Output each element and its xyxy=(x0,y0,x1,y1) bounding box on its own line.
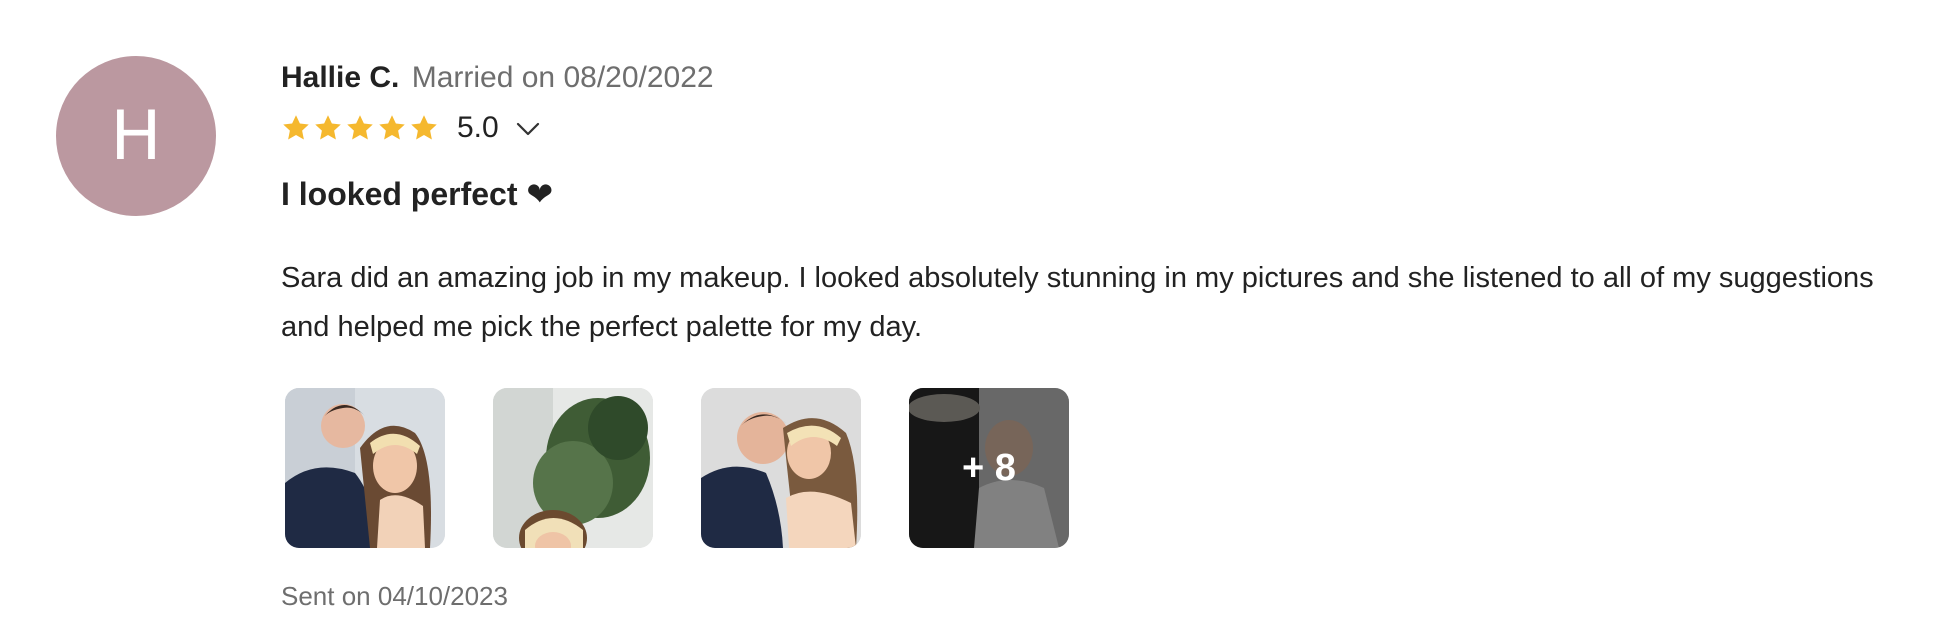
star-icon xyxy=(347,115,373,140)
review-photo[interactable] xyxy=(285,388,445,548)
star-icon xyxy=(379,115,405,140)
review-title-text: I looked perfect xyxy=(281,176,518,212)
rating-value: 5.0 xyxy=(457,111,499,144)
review-photo[interactable] xyxy=(493,388,653,548)
avatar-initial: H xyxy=(110,96,162,176)
married-date: Married on 08/20/2022 xyxy=(411,61,714,94)
heart-emoji: ❤ xyxy=(526,175,554,213)
review-header: Hallie C. Married on 08/20/2022 xyxy=(281,58,714,98)
star-icon xyxy=(283,115,309,140)
reviewer-avatar: H xyxy=(56,56,216,216)
star-icon xyxy=(411,115,437,140)
star-icon xyxy=(315,115,341,140)
review-title: I looked perfect ❤ xyxy=(281,172,553,216)
sent-date: Sent on 04/10/2023 xyxy=(281,581,508,611)
review-body: Sara did an amazing job in my makeup. I … xyxy=(281,262,1874,343)
reviewer-name: Hallie C. xyxy=(281,61,400,94)
chevron-down-icon[interactable] xyxy=(515,119,541,139)
more-photos-count: + 8 xyxy=(909,388,1069,548)
rating-row[interactable]: 5.0 xyxy=(281,108,541,148)
review-photo-more[interactable]: + 8 xyxy=(909,388,1069,548)
star-rating xyxy=(281,113,441,143)
review-photo[interactable] xyxy=(701,388,861,548)
review-photos: + 8 xyxy=(285,388,1117,548)
